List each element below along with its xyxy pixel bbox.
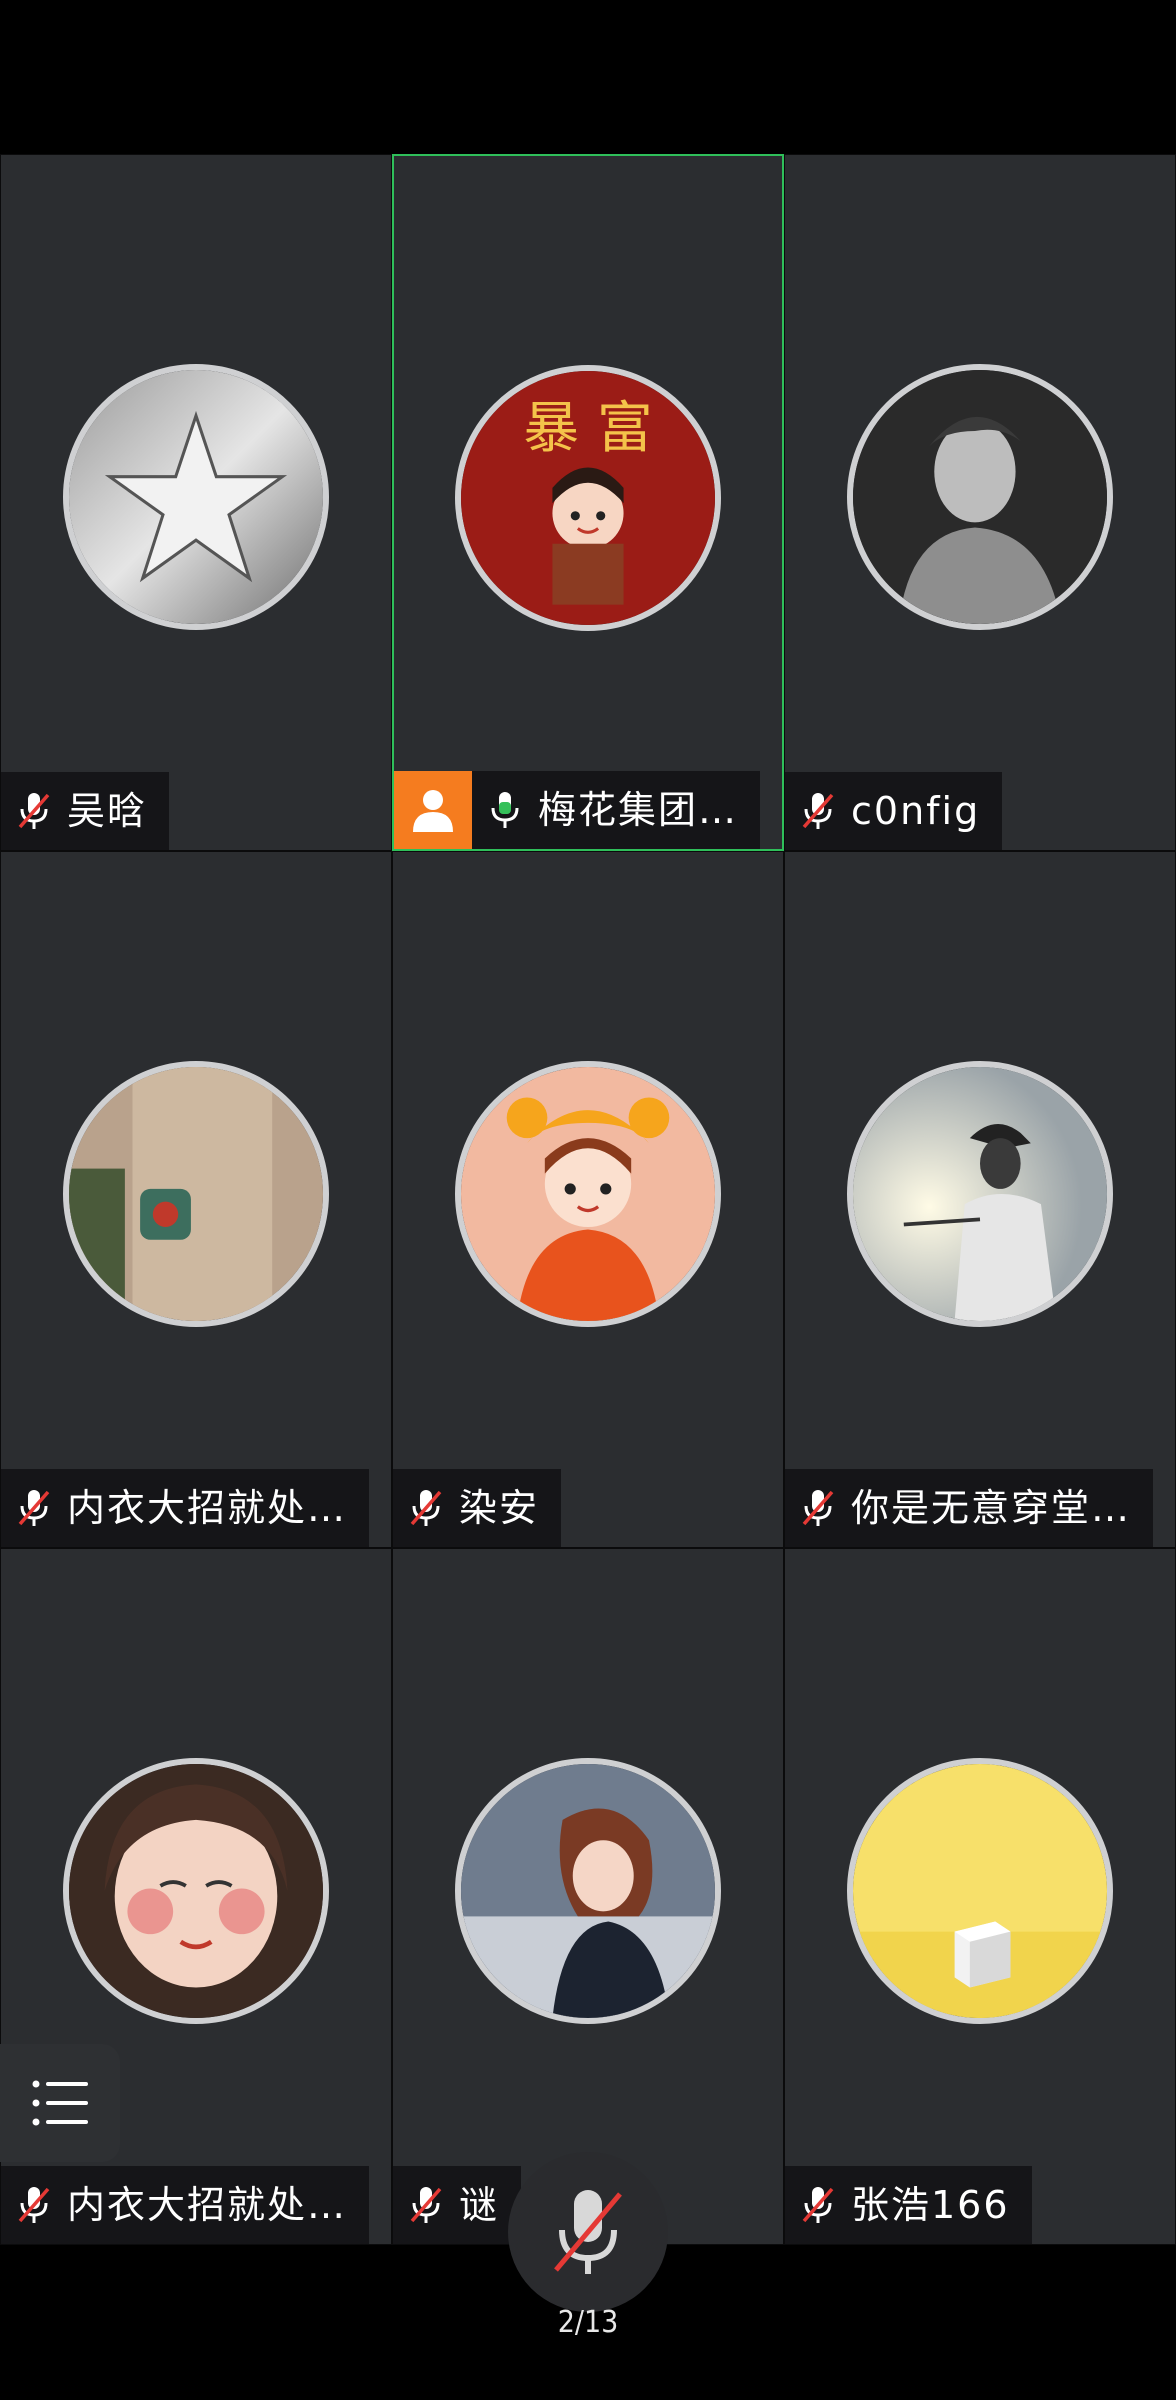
- silver-star-icon: [63, 364, 329, 630]
- name-bar: 张浩166: [785, 2166, 1032, 2244]
- name-bar: 内衣大招就处…: [1, 2166, 370, 2244]
- mic-muted-icon: [393, 1469, 459, 1547]
- participant-name: 张浩166: [851, 2183, 1010, 2227]
- participant-name: 谜: [459, 2183, 500, 2227]
- tiger-hat-girl-avatar: [455, 1061, 721, 1327]
- participant-name: 内衣大招就处…: [67, 2183, 348, 2227]
- page-indicator: 2/13: [557, 2305, 619, 2340]
- list-icon: [32, 2080, 88, 2126]
- participant-grid: 吴晗 暴 富 梅花集团… c0nfig 内衣大招就处… 染安 你是无意穿堂… 内…: [0, 154, 1176, 2245]
- mute-toggle-button[interactable]: [508, 2152, 668, 2312]
- participant-name: 你是无意穿堂…: [851, 1486, 1132, 1530]
- mic-muted-icon: [785, 1469, 851, 1547]
- name-bar: c0nfig: [785, 772, 1003, 850]
- silhouette-photo-avatar: [847, 1061, 1113, 1327]
- name-bar: 内衣大招就处…: [1, 1469, 370, 1547]
- photo-avatar: [63, 1061, 329, 1327]
- participant-tile[interactable]: 内衣大招就处…: [0, 851, 392, 1548]
- yellow-cube-avatar: [847, 1758, 1113, 2024]
- host-badge-icon: [394, 771, 472, 849]
- participant-tile[interactable]: 张浩166: [784, 1548, 1176, 2245]
- mic-active-icon: [472, 771, 538, 849]
- cartoon-girl-avatar: 暴 富: [455, 365, 721, 631]
- participant-tile[interactable]: 吴晗: [0, 154, 392, 851]
- participant-tile[interactable]: 染安: [392, 851, 784, 1548]
- participant-name: 吴晗: [67, 789, 148, 833]
- mic-muted-icon: [393, 2166, 459, 2244]
- participant-name: 染安: [459, 1486, 540, 1530]
- participant-tile[interactable]: 你是无意穿堂…: [784, 851, 1176, 1548]
- mic-muted-icon: [1, 772, 67, 850]
- mic-muted-icon: [554, 2190, 622, 2274]
- participant-name: c0nfig: [851, 789, 981, 833]
- participant-name: 梅花集团…: [538, 788, 739, 832]
- participant-name: 内衣大招就处…: [67, 1486, 348, 1530]
- name-bar: 你是无意穿堂…: [785, 1469, 1154, 1547]
- girl-face-avatar: [63, 1758, 329, 2024]
- participant-tile[interactable]: 谜: [392, 1548, 784, 2245]
- mic-muted-icon: [1, 1469, 67, 1547]
- participant-list-menu-button[interactable]: [0, 2044, 120, 2162]
- name-bar: 吴晗: [1, 772, 170, 850]
- mic-muted-icon: [785, 2166, 851, 2244]
- name-bar: 梅花集团…: [394, 771, 761, 849]
- mic-muted-icon: [1, 2166, 67, 2244]
- name-bar: 谜: [393, 2166, 522, 2244]
- name-bar: 染安: [393, 1469, 562, 1547]
- anime-girl-avatar: [455, 1758, 721, 2024]
- svg-text:暴 富: 暴 富: [523, 396, 652, 461]
- man-portrait-avatar: [847, 364, 1113, 630]
- participant-tile-active-speaker[interactable]: 暴 富 梅花集团…: [392, 154, 784, 851]
- mic-muted-icon: [785, 772, 851, 850]
- participant-tile[interactable]: c0nfig: [784, 154, 1176, 851]
